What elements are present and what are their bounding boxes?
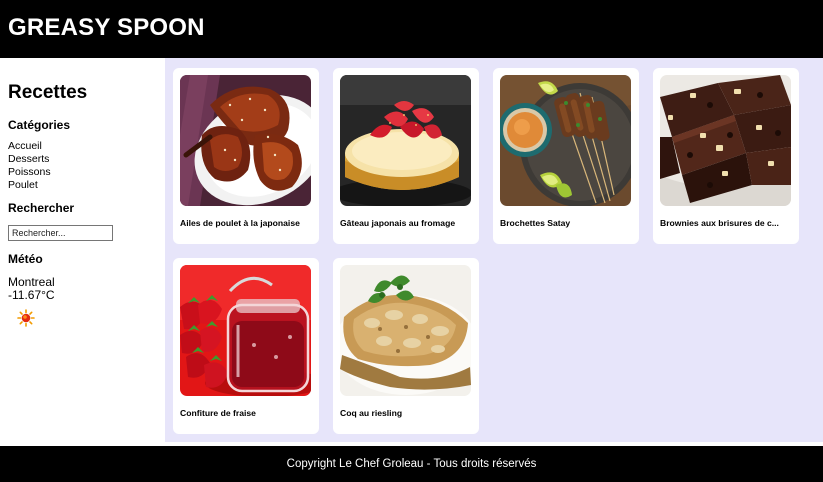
recipe-title[interactable]: Confiture de fraise [180, 408, 314, 418]
recipe-title[interactable]: Ailes de poulet à la japonaise [180, 218, 314, 228]
strawberry-jam-photo[interactable] [180, 265, 311, 396]
recipe-title[interactable]: Brownies aux brisures de c... [660, 218, 794, 228]
recipe-card-coq-au-riesling[interactable]: Coq au riesling [333, 258, 479, 434]
recipe-title[interactable]: Brochettes Satay [500, 218, 634, 228]
category-list: Accueil Desserts Poissons Poulet [8, 140, 51, 192]
brownies-photo[interactable] [660, 75, 791, 206]
sidebar-title: Recettes [8, 82, 88, 103]
coq-au-riesling-photo[interactable] [340, 265, 471, 396]
site-header: GREASY SPOON [0, 0, 823, 58]
site-logo[interactable]: GREASY SPOON [8, 14, 205, 42]
sidebar: Recettes Catégories Accueil Desserts Poi… [0, 58, 165, 442]
recipe-card-strawberry-jam[interactable]: Confiture de fraise [173, 258, 319, 434]
category-link-accueil[interactable]: Accueil [8, 140, 51, 153]
copyright-text: Copyright Le Chef Groleau - Tous droits … [286, 458, 537, 470]
search-input[interactable] [8, 225, 113, 241]
cheesecake-photo[interactable] [340, 75, 471, 206]
category-link-poissons[interactable]: Poissons [8, 166, 51, 179]
recipe-card-cheesecake[interactable]: Gâteau japonais au fromage [333, 68, 479, 244]
satay-skewers-photo[interactable] [500, 75, 631, 206]
categories-heading: Catégories [8, 118, 71, 132]
search-heading: Rechercher [8, 201, 75, 215]
weather-heading: Météo [8, 252, 43, 266]
recipe-card-brownies[interactable]: Brownies aux brisures de c... [653, 68, 799, 244]
recipe-card-satay[interactable]: Brochettes Satay [493, 68, 639, 244]
sun-icon [17, 309, 35, 327]
category-link-desserts[interactable]: Desserts [8, 153, 51, 166]
weather-city: Montreal [8, 275, 55, 289]
recipe-grid: Ailes de poulet à la japonaise Gâteau ja… [165, 58, 823, 442]
recipe-title[interactable]: Coq au riesling [340, 408, 474, 418]
recipe-title[interactable]: Gâteau japonais au fromage [340, 218, 474, 228]
weather-temperature: -11.67°C [8, 288, 55, 302]
chicken-wings-photo[interactable] [180, 75, 311, 206]
recipe-card-chicken-wings[interactable]: Ailes de poulet à la japonaise [173, 68, 319, 244]
category-link-poulet[interactable]: Poulet [8, 179, 51, 192]
site-footer: Copyright Le Chef Groleau - Tous droits … [0, 446, 823, 482]
